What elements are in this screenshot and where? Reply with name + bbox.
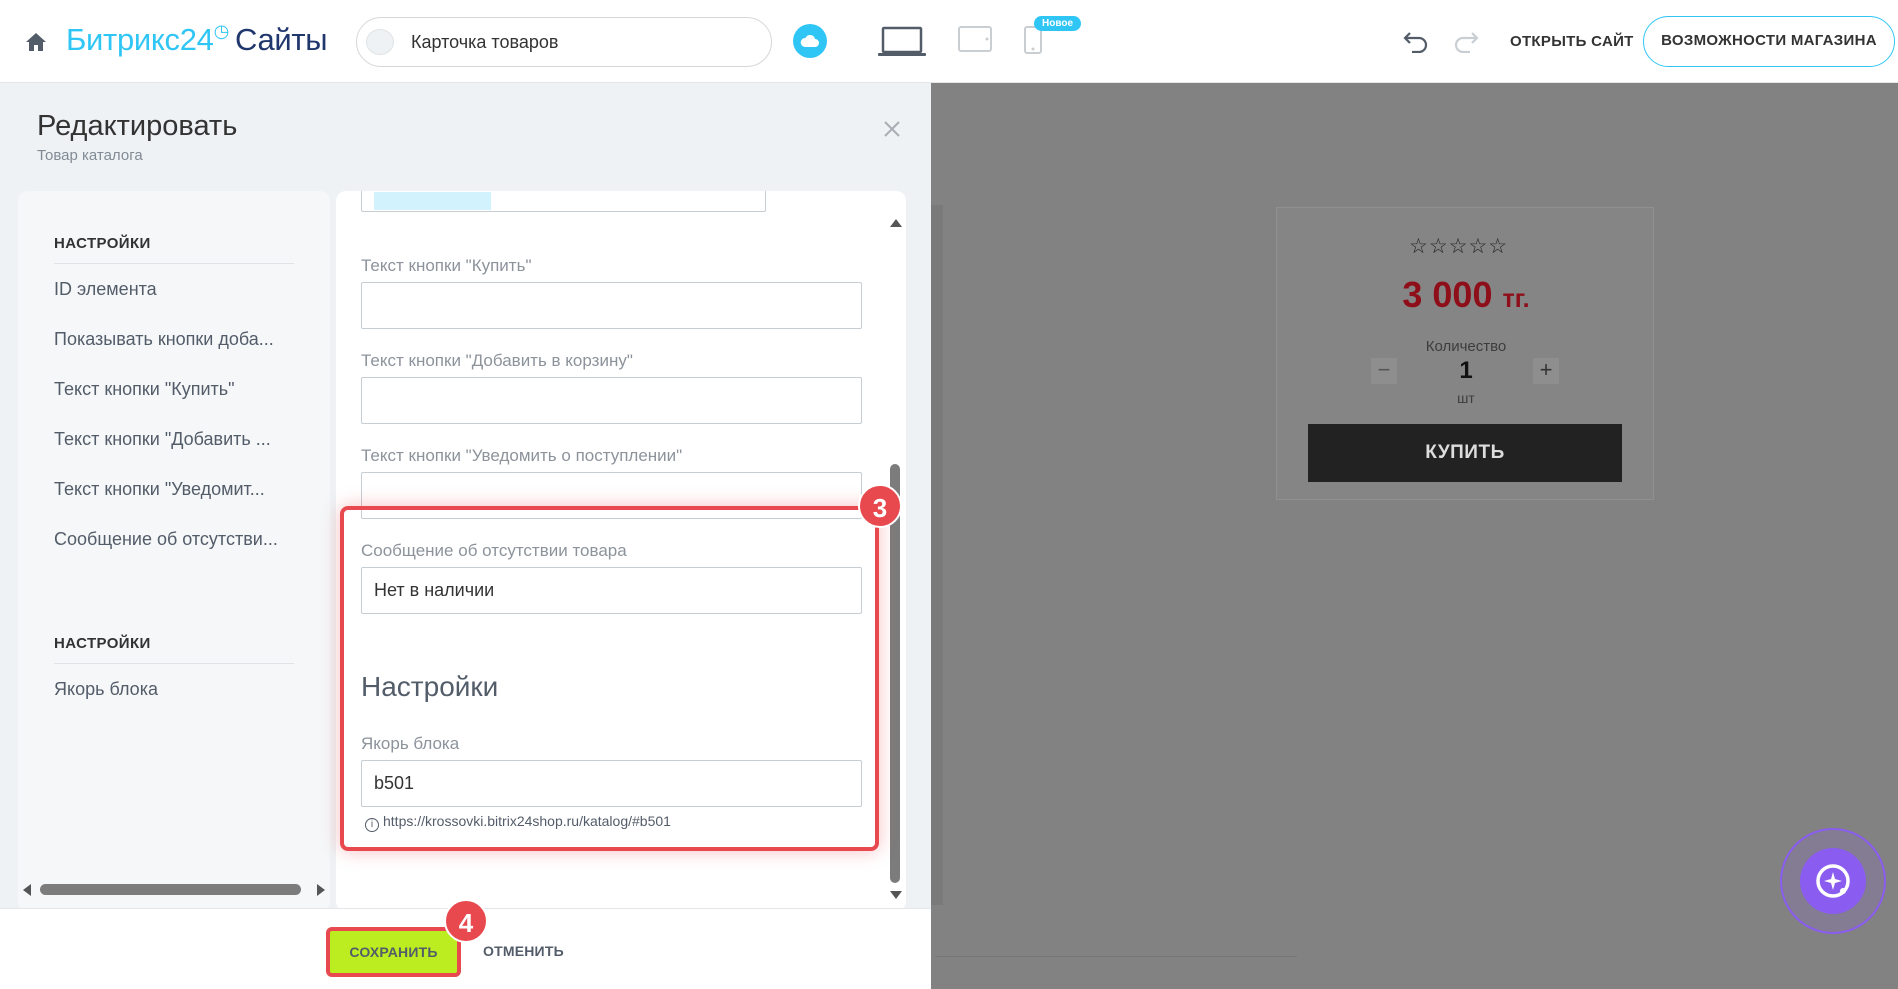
settings-nav: НАСТРОЙКИ ID элемента Показывать кнопки …	[18, 191, 330, 911]
buy-button-text-label: Текст кнопки "Купить"	[361, 256, 532, 275]
cancel-button[interactable]: ОТМЕНИТЬ	[483, 943, 564, 959]
scrollbar-thumb[interactable]	[890, 464, 900, 883]
open-site-link[interactable]: ОТКРЫТЬ САЙТ	[1510, 33, 1634, 50]
block-anchor-input[interactable]: b501	[361, 760, 862, 807]
notify-text-label: Текст кнопки "Уведомить о поступлении"	[361, 446, 683, 465]
out-of-stock-input[interactable]: Нет в наличии	[361, 567, 862, 614]
horizontal-scrollbar[interactable]	[18, 881, 330, 897]
preview-divider	[931, 205, 943, 905]
nav-item-out-of-stock-message[interactable]: Сообщение об отсутстви...	[54, 514, 278, 564]
scroll-up-icon[interactable]	[890, 219, 902, 227]
nav-item-buy-button-text[interactable]: Текст кнопки "Купить"	[54, 364, 235, 414]
price-value: 3 000	[1402, 274, 1493, 315]
add-to-cart-text-label: Текст кнопки "Добавить в корзину"	[361, 351, 633, 370]
quantity-label: Количество	[1425, 338, 1507, 355]
add-to-cart-text-input[interactable]	[361, 377, 862, 424]
selected-chip	[374, 192, 491, 210]
nav-item-add-to-cart-text[interactable]: Текст кнопки "Добавить ...	[54, 414, 271, 464]
undo-icon[interactable]	[1402, 29, 1430, 53]
logo-product: Сайты	[235, 22, 328, 57]
step-4-badge: 4	[444, 899, 488, 943]
scroll-left-icon[interactable]	[23, 884, 31, 896]
show-buttons-select[interactable]	[361, 191, 766, 212]
nav-item-notify-text[interactable]: Текст кнопки "Уведомит...	[54, 464, 265, 514]
quantity-plus-button[interactable]: +	[1533, 358, 1559, 384]
panel-title: Редактировать	[37, 110, 238, 142]
panel-subtitle: Товар каталога	[37, 147, 143, 164]
product-price: 3 000 тг.	[1277, 274, 1655, 316]
rating-stars[interactable]: ☆☆☆☆☆	[1409, 234, 1508, 259]
cloud-icon[interactable]	[793, 24, 827, 58]
block-anchor-label: Якорь блока	[361, 734, 460, 753]
preview-divider-line	[935, 956, 1297, 957]
step-3-badge: 3	[858, 484, 902, 528]
vertical-scrollbar[interactable]	[889, 219, 902, 899]
new-badge: Новое	[1034, 16, 1082, 31]
price-currency: тг.	[1502, 285, 1530, 313]
redo-icon[interactable]	[1452, 29, 1480, 53]
top-bar: Битрикс24◷ Сайты Карточка товаров Новое О…	[0, 0, 1898, 83]
buy-button[interactable]: КУПИТЬ	[1308, 424, 1622, 482]
nav-item-show-add-buttons[interactable]: Показывать кнопки доба...	[54, 314, 274, 364]
scroll-down-icon[interactable]	[890, 891, 902, 899]
page-selector[interactable]: Карточка товаров	[356, 17, 772, 67]
scroll-right-icon[interactable]	[317, 884, 325, 896]
product-card: ☆☆☆☆☆ 3 000 тг. Количество − 1 + шт КУПИ…	[1276, 207, 1654, 500]
ai-assistant-icon	[1816, 864, 1850, 898]
nav-section-heading: НАСТРОЙКИ	[54, 235, 151, 252]
tablet-icon[interactable]	[958, 26, 992, 52]
home-icon[interactable]	[24, 31, 48, 53]
logo-brand: Битрикс24	[66, 22, 214, 57]
settings-form: Текст кнопки "Купить" Текст кнопки "Доба…	[336, 191, 906, 911]
nav-item-element-id[interactable]: ID элемента	[54, 264, 157, 314]
anchor-url-hint: i https://krossovki.bitrix24shop.ru/katal…	[365, 813, 671, 832]
quantity-value[interactable]: 1	[1277, 357, 1655, 385]
close-icon[interactable]	[880, 117, 904, 141]
quantity-unit: шт	[1457, 390, 1475, 406]
buy-button-text-input[interactable]	[361, 282, 862, 329]
notify-text-input[interactable]	[361, 472, 862, 519]
settings-section-title: Настройки	[361, 671, 499, 702]
page-thumbnail-icon	[366, 29, 394, 55]
scrollbar-thumb[interactable]	[40, 884, 301, 895]
out-of-stock-label: Сообщение об отсутствии товара	[361, 541, 627, 560]
info-icon: i	[365, 818, 379, 832]
anchor-url: https://krossovki.bitrix24shop.ru/katalo…	[383, 813, 671, 829]
desktop-icon[interactable]	[878, 26, 926, 58]
nav-item-block-anchor[interactable]: Якорь блока	[54, 664, 158, 714]
store-features-button[interactable]: ВОЗМОЖНОСТИ МАГАЗИНА	[1643, 16, 1895, 67]
save-button[interactable]: СОХРАНИТЬ	[326, 927, 461, 977]
page-name: Карточка товаров	[411, 32, 559, 52]
app-logo[interactable]: Битрикс24◷ Сайты	[66, 20, 328, 58]
edit-panel: Редактировать Товар каталога НАСТРОЙКИ I…	[0, 83, 931, 989]
ai-assistant-button[interactable]	[1780, 828, 1886, 934]
clock-icon: ◷	[213, 20, 230, 41]
nav-section-heading: НАСТРОЙКИ	[54, 635, 151, 652]
